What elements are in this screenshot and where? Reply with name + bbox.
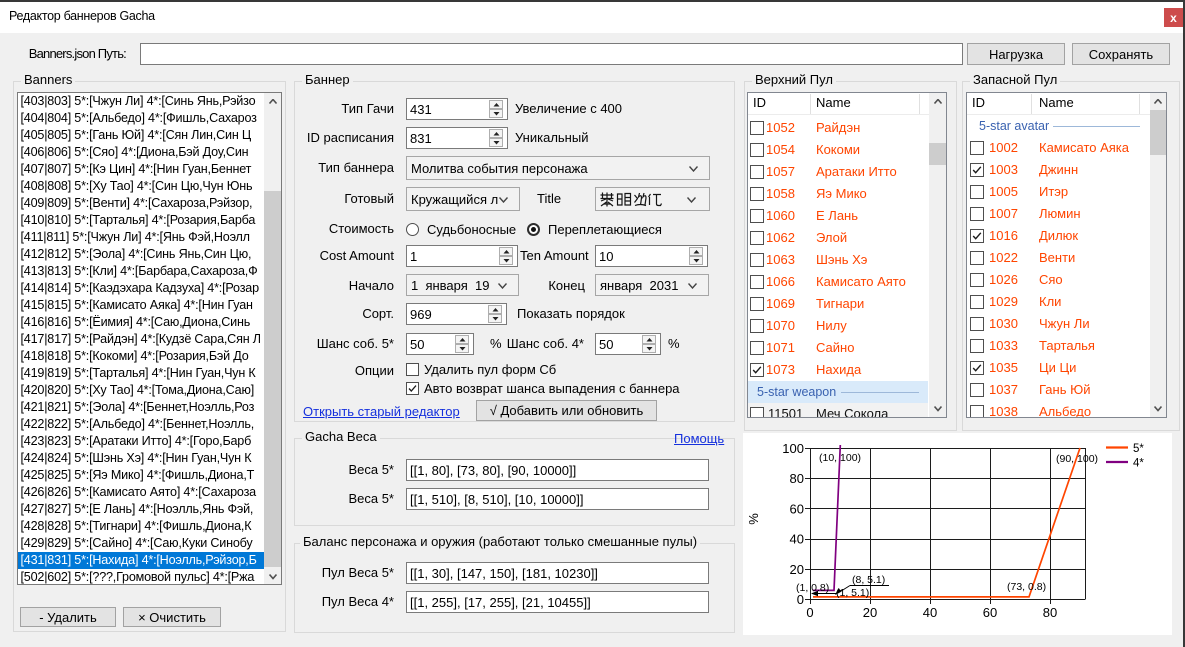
svg-text:(10, 100): (10, 100) <box>819 452 861 464</box>
svg-text:0: 0 <box>806 605 813 620</box>
svg-text:20: 20 <box>863 605 877 620</box>
svg-text:%: % <box>746 513 761 525</box>
svg-text:(1, 5.1): (1, 5.1) <box>836 587 869 599</box>
svg-text:40: 40 <box>923 605 937 620</box>
svg-text:60: 60 <box>983 605 997 620</box>
svg-text:0: 0 <box>797 592 804 607</box>
svg-text:(8, 5.1): (8, 5.1) <box>852 574 885 586</box>
svg-text:80: 80 <box>790 471 804 486</box>
svg-text:(1, 0.8): (1, 0.8) <box>796 582 829 594</box>
svg-text:60: 60 <box>790 501 804 516</box>
svg-text:(73, 0.8): (73, 0.8) <box>1007 581 1046 593</box>
svg-text:80: 80 <box>1043 605 1057 620</box>
svg-text:20: 20 <box>790 562 804 577</box>
svg-text:100: 100 <box>782 441 804 456</box>
svg-text:4*: 4* <box>1133 458 1144 470</box>
svg-text:(90, 100): (90, 100) <box>1056 453 1098 465</box>
svg-text:5*: 5* <box>1133 443 1144 455</box>
svg-text:40: 40 <box>790 532 804 547</box>
